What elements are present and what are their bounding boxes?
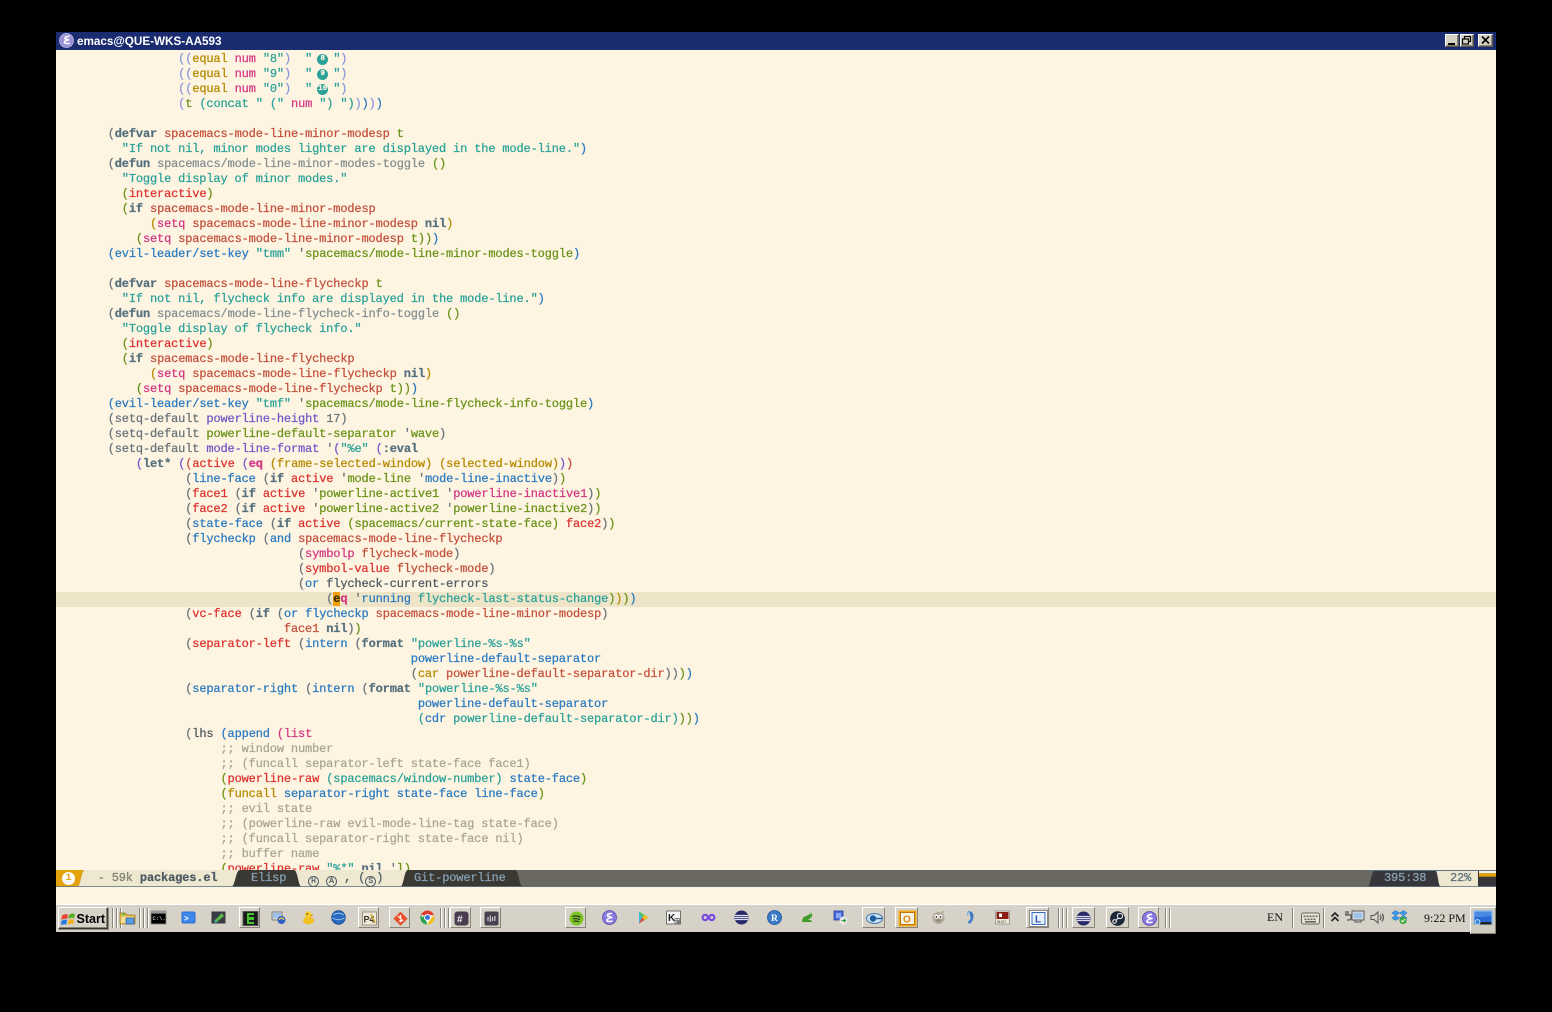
svg-text:R: R <box>771 914 778 924</box>
svg-text:>: > <box>184 914 189 923</box>
svg-text:INJOY: INJOY <box>997 920 1007 924</box>
svg-text:C:\.: C:\. <box>153 915 166 922</box>
svg-text:L: L <box>1035 915 1041 926</box>
svg-text:#: # <box>457 915 463 926</box>
svg-text:O: O <box>903 915 911 926</box>
